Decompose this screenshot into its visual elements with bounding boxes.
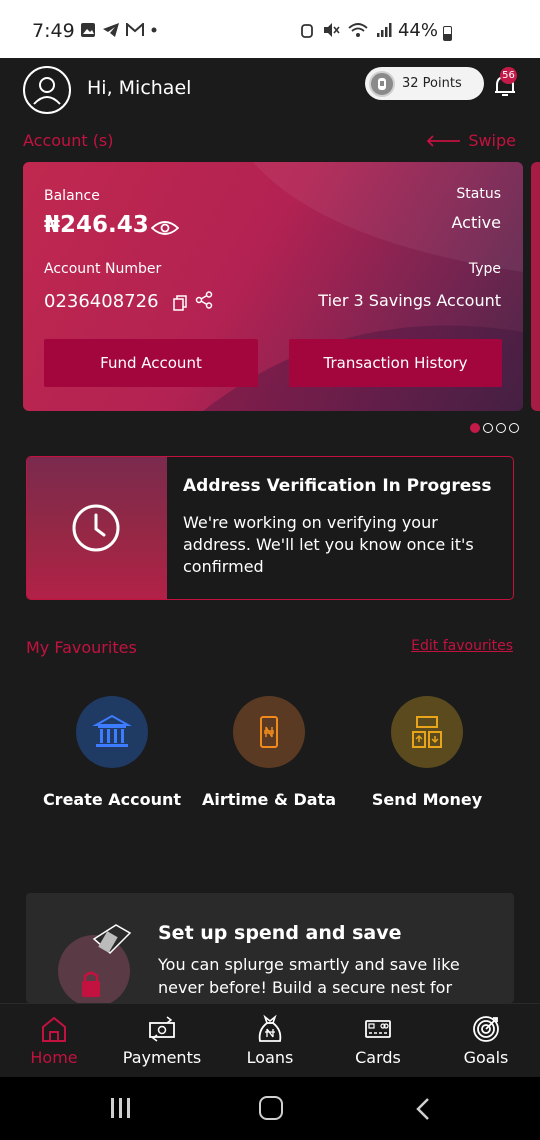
favourites-title: My Favourites xyxy=(26,638,137,657)
points-text: 32 Points xyxy=(402,76,462,91)
home-icon xyxy=(42,1016,66,1042)
status-bar: 7:49 44% xyxy=(0,0,540,58)
transaction-history-button[interactable]: Transaction History xyxy=(289,339,502,387)
points-badge[interactable]: 32 Points xyxy=(365,67,484,100)
mute-icon xyxy=(324,23,340,37)
status-value: Active xyxy=(451,213,502,232)
nav-goals-label: Goals xyxy=(463,1048,509,1067)
dot-icon xyxy=(151,27,157,33)
verification-side-panel xyxy=(27,457,167,599)
carousel-dot-1[interactable] xyxy=(470,423,480,433)
system-navigation-bar xyxy=(0,1077,540,1140)
gmail-icon xyxy=(126,23,144,36)
signal-icon xyxy=(377,23,392,37)
carousel-dot-3[interactable] xyxy=(496,423,506,433)
card-icon xyxy=(365,1020,391,1038)
status-label: Status xyxy=(456,186,501,202)
piggy-bank-illustration xyxy=(58,924,132,1003)
swipe-hint: Swipe xyxy=(426,131,516,150)
type-label: Type xyxy=(468,261,501,277)
status-system-icons xyxy=(300,22,394,38)
home-system-button[interactable] xyxy=(259,1096,283,1120)
favourite-airtime-data[interactable]: Airtime & Data xyxy=(194,696,344,811)
verification-title: Address Verification In Progress xyxy=(183,476,492,496)
nav-loans-label: Loans xyxy=(246,1048,294,1067)
battery-percent: 44% xyxy=(397,20,438,41)
carousel-dot-2[interactable] xyxy=(483,423,493,433)
telegram-icon xyxy=(103,23,119,37)
recent-apps-icon[interactable] xyxy=(110,1097,132,1119)
nav-cards-label: Cards xyxy=(355,1048,401,1067)
wifi-icon xyxy=(348,23,368,37)
back-icon[interactable] xyxy=(415,1097,431,1121)
nav-cards[interactable]: Cards xyxy=(324,1014,432,1067)
account-number: 0236408726 xyxy=(44,291,159,312)
nav-goals[interactable]: Goals xyxy=(432,1014,540,1067)
account-number-label: Account Number xyxy=(44,261,162,277)
clock-icon xyxy=(72,504,120,552)
avatar[interactable] xyxy=(23,66,71,114)
favourite-icon-circle xyxy=(76,696,148,768)
user-icon xyxy=(33,77,61,105)
nav-payments[interactable]: Payments xyxy=(108,1014,216,1067)
promo-title: Set up spend and save xyxy=(158,922,402,944)
address-verification-banner[interactable]: Address Verification In Progress We're w… xyxy=(26,456,514,600)
arrow-left-icon xyxy=(427,134,461,147)
alarm-icon xyxy=(301,24,313,38)
favourite-icon-circle xyxy=(233,696,305,768)
carousel-dot-4[interactable] xyxy=(509,423,519,433)
favourite-label: Airtime & Data xyxy=(201,790,337,809)
nav-home-label: Home xyxy=(30,1048,78,1067)
balance-amount: ₦246.43 xyxy=(44,212,149,238)
eye-icon[interactable] xyxy=(151,220,179,236)
favourite-send-money[interactable]: Send Money xyxy=(352,696,502,811)
favourite-icon-circle xyxy=(391,696,463,768)
favourite-label: Send Money xyxy=(371,790,483,809)
share-icon[interactable] xyxy=(195,291,213,309)
greeting-text: Hi, Michael xyxy=(87,77,192,99)
nav-loans[interactable]: Loans xyxy=(216,1014,324,1067)
bottom-navigation: Home Payments Loans Cards Goals xyxy=(0,1003,540,1077)
gallery-icon xyxy=(81,23,95,37)
payments-icon xyxy=(149,1016,175,1042)
bank-icon xyxy=(92,714,132,747)
battery-icon xyxy=(443,26,452,41)
account-card[interactable]: Balance ₦246.43 Status Active Account Nu… xyxy=(23,162,523,411)
loans-bag-icon xyxy=(258,1014,282,1042)
copy-icon[interactable] xyxy=(173,295,187,311)
fund-account-button[interactable]: Fund Account xyxy=(44,339,258,387)
spend-and-save-promo[interactable]: Set up spend and save You can splurge sm… xyxy=(26,893,514,1003)
balance-label: Balance xyxy=(44,188,100,204)
money-transfer-icon xyxy=(412,716,442,748)
account-type: Tier 3 Savings Account xyxy=(318,291,501,310)
notification-badge: 56 xyxy=(500,67,517,84)
status-notification-icons xyxy=(80,22,158,38)
nav-payments-label: Payments xyxy=(122,1048,202,1067)
target-icon xyxy=(473,1016,499,1042)
favourite-label: Create Account xyxy=(42,790,182,809)
phone-naira-icon xyxy=(260,716,278,748)
nav-home[interactable]: Home xyxy=(0,1014,108,1067)
accounts-title: Account (s) xyxy=(23,131,114,150)
verification-message: We're working on verifying your address.… xyxy=(183,513,474,576)
status-time: 7:49 xyxy=(32,20,75,42)
favourite-create-account[interactable]: Create Account xyxy=(37,696,187,811)
points-coin-icon xyxy=(369,70,395,97)
edit-favourites-link[interactable]: Edit favourites xyxy=(411,638,513,654)
promo-body: You can splurge smartly and save like ne… xyxy=(158,955,460,997)
carousel-dots xyxy=(470,423,519,433)
next-account-card-peek[interactable] xyxy=(531,162,540,411)
swipe-label: Swipe xyxy=(468,131,516,150)
